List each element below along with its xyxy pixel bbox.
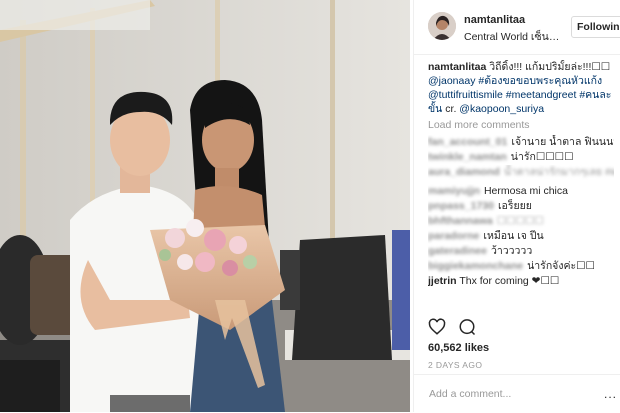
comment-text: น้ำตาลน่ารักมากๆเลย #ผมหน้ารักออกอู — [503, 166, 614, 178]
comment-row: mamiyujjn Hermosa mi chica — [428, 184, 614, 199]
header-username[interactable]: namtanlitaa — [464, 14, 525, 26]
comment-row: paradorne เหมือน เจ ปีน — [428, 229, 614, 244]
post-timestamp[interactable]: 2 DAYS AGO — [428, 360, 482, 370]
post-photo[interactable] — [0, 0, 410, 412]
comment-text: Hermosa mi chica — [483, 185, 568, 197]
comment-text: Thx for coming ❤☐☐ — [459, 275, 560, 287]
comment-text: เจ้านาย น้ำตาล ฟินนนนน~ — [511, 136, 614, 148]
comments-section: namtanlitaa วิถีดิ้ง!!! แก้มปริมั้ยล่ะ!!… — [428, 60, 614, 322]
comment-text: เอร็ยยย — [497, 200, 532, 212]
comment-username[interactable]: biggiekamonchane — [428, 260, 523, 272]
heart-icon[interactable] — [428, 318, 446, 336]
caption-username[interactable]: namtanlitaa — [428, 61, 486, 73]
comment-row: biggiekamonchane น่ารักจังค่ะ☐☐ — [428, 259, 614, 274]
comment-username[interactable]: gateradinee — [428, 245, 487, 257]
comment-row: pnpass_1730 เอร็ยยย — [428, 199, 614, 214]
comment-row: aura_diamondน้ำตาลน่ารักมากๆเลย #ผมหน้าร… — [428, 165, 614, 180]
comment-input[interactable] — [427, 384, 601, 404]
add-comment-bar: ... — [414, 374, 620, 413]
caption-mention-tuttifruitti[interactable]: @tuttifruittismile — [428, 89, 503, 101]
avatar-image — [428, 12, 456, 40]
comment-row: gateradinee ว้าววววว — [428, 244, 614, 259]
comment-text: ☐☐☐☐☐ — [496, 215, 544, 227]
following-button[interactable]: Following — [571, 16, 620, 38]
post-header: namtanlitaa Central World เซ็นทรัลเวิลด์… — [414, 0, 620, 55]
caption-text: วิถีดิ้ง!!! แก้มปริมั้ยล่ะ!!!☐☐ — [486, 61, 611, 73]
comment-username[interactable]: aura_diamond — [428, 166, 500, 178]
more-options-icon[interactable]: ... — [604, 387, 617, 401]
comment-username[interactable]: paradorne — [428, 230, 479, 242]
comment-row: bhfthannawa ☐☐☐☐☐ — [428, 214, 614, 229]
comment-row: fan_account_01 เจ้านาย น้ำตาล ฟินนนนน~ — [428, 135, 614, 150]
comment-text: น่ารัก☐☐☐☐ — [510, 151, 574, 163]
comment-username[interactable]: twinkle_namtan — [428, 151, 507, 163]
comment-username[interactable]: jjetrin — [428, 275, 457, 287]
header-location[interactable]: Central World เซ็นทรัลเวิลด์ — [464, 28, 560, 45]
avatar[interactable] — [428, 12, 456, 40]
comment-username[interactable]: bhfthannawa — [428, 215, 493, 227]
comment-text: ว้าววววว — [490, 245, 533, 257]
post-side-panel: namtanlitaa Central World เซ็นทรัลเวิลด์… — [413, 0, 620, 412]
comment-username[interactable]: pnpass_1730 — [428, 200, 494, 212]
comment-row: twinkle_namtan น่ารัก☐☐☐☐ — [428, 150, 614, 165]
caption-hashtag-1[interactable]: #ต้องขอขอบพระคุณหัวแก้ง — [475, 75, 602, 87]
caption-mention-kaopoon[interactable]: @kaopoon_suriya — [459, 103, 544, 115]
comment-icon[interactable] — [458, 318, 476, 336]
caption: namtanlitaa วิถีดิ้ง!!! แก้มปริมั้ยล่ะ!!… — [428, 60, 614, 116]
likes-count[interactable]: 60,562 likes — [428, 342, 489, 354]
caption-hashtag-meetandgreet[interactable]: #meetandgreet — [503, 89, 577, 101]
comment-row: jjetrin Thx for coming ❤☐☐ — [428, 274, 614, 289]
load-more-comments[interactable]: Load more comments — [428, 118, 614, 132]
comment-text: น่ารักจังค่ะ☐☐ — [527, 260, 595, 272]
post-photo-image — [0, 0, 410, 412]
comment-text: เหมือน เจ ปีน — [483, 230, 544, 242]
comment-username[interactable]: mamiyujjn — [428, 185, 480, 197]
caption-mention-jaonaay[interactable]: @jaonaay — [428, 75, 475, 87]
comment-username[interactable]: fan_account_01 — [428, 136, 507, 148]
caption-credit-prefix: cr. — [445, 103, 460, 115]
post-actions — [428, 318, 484, 336]
